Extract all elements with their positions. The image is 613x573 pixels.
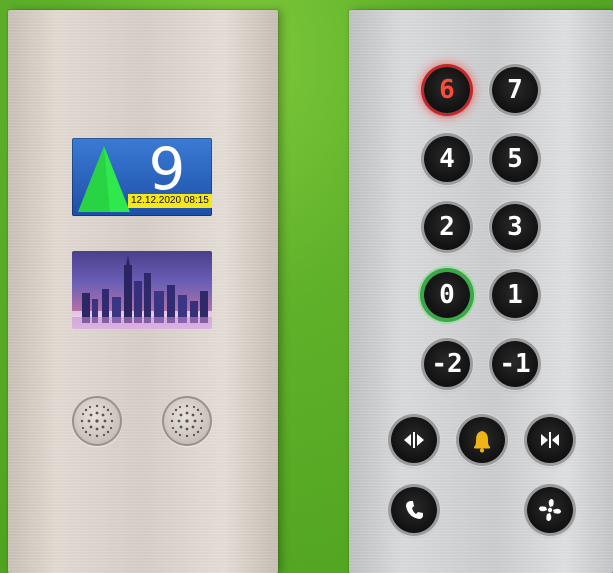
speaker-holes-icon [80,404,114,438]
floor-button-minus-1[interactable]: -1 [492,341,538,387]
floor-button-6[interactable]: 6 [424,67,470,113]
city-skyline-image [72,255,212,329]
alarm-button[interactable] [459,417,505,463]
alarm-bell-icon [474,431,490,453]
floor-button-3[interactable]: 3 [492,204,538,250]
button-panel: 6 7 4 5 2 3 0 1 -2 -1 [349,10,613,573]
date-time-readout: 12.12.2020 08:15 [128,194,212,208]
speaker-holes-icon [170,404,204,438]
intercom-phone-button[interactable] [391,487,437,533]
floor-button-7[interactable]: 7 [492,67,538,113]
speaker-grille-left [72,396,122,446]
door-open-icon [404,432,424,448]
floor-button-0[interactable]: 0 [424,272,470,318]
current-floor-number: 9 [148,138,186,203]
speaker-grille-right [162,396,212,446]
floor-button-minus-2[interactable]: -2 [424,341,470,387]
phone-icon [406,501,423,519]
display-panel: 9 12.12.2020 08:15 [8,10,278,573]
media-screen [72,251,212,329]
floor-button-4[interactable]: 4 [424,136,470,182]
up-arrow-icon [78,146,130,212]
floor-button-2[interactable]: 2 [424,204,470,250]
door-open-button[interactable] [391,417,437,463]
floor-indicator-display: 9 12.12.2020 08:15 [72,138,212,216]
floor-button-5[interactable]: 5 [492,136,538,182]
door-close-button[interactable] [527,417,573,463]
ventilation-fan-button[interactable] [527,487,573,533]
floor-button-1[interactable]: 1 [492,272,538,318]
fan-icon [539,499,561,521]
door-close-icon [541,432,559,448]
